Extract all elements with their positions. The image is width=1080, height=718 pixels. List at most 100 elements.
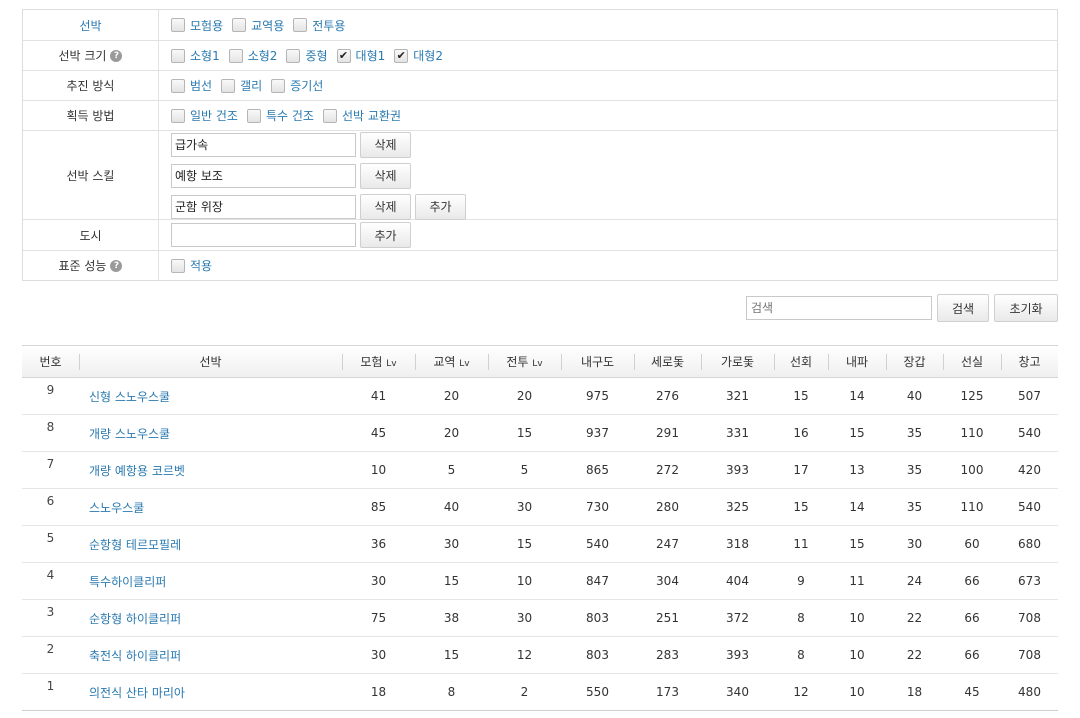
column-header-ship[interactable]: 선박 — [79, 345, 342, 378]
checkbox-box[interactable]: ✔ — [336, 48, 351, 63]
checkbox-adventure[interactable]: 모험용 — [171, 17, 223, 34]
column-header-trade-lv[interactable]: 교역 Lv — [415, 345, 488, 378]
filter-label-acquire: 획득 방법 — [23, 101, 159, 130]
ship-size-options: 소형1 소형2 중형 ✔ 대형1 ✔ 대형2 — [159, 41, 1057, 70]
cell-adventure-lv: 41 — [342, 377, 415, 415]
column-header-turn[interactable]: 선회 — [774, 345, 828, 378]
checkbox-galley[interactable]: 갤리 — [221, 77, 262, 94]
column-header-armor[interactable]: 장갑 — [886, 345, 943, 378]
cell-wave-resist: 10 — [828, 673, 886, 711]
column-header-horizontal-sail[interactable]: 가로돛 — [701, 345, 774, 378]
checkbox-box[interactable]: ✔ — [394, 48, 409, 63]
checkbox-large2[interactable]: ✔ 대형2 — [394, 47, 443, 64]
column-divider — [886, 354, 887, 370]
cell-armor: 22 — [886, 636, 943, 674]
checkbox-box[interactable] — [171, 18, 185, 32]
checkbox-box[interactable] — [246, 108, 261, 123]
cell-trade-lv: 8 — [415, 673, 488, 711]
column-header-vertical-sail[interactable]: 세로돛 — [634, 345, 701, 378]
ship-name-link[interactable]: 개량 예항용 코르벳 — [89, 464, 185, 478]
help-icon[interactable]: ? — [110, 49, 123, 62]
search-button[interactable]: 검색 — [937, 294, 989, 322]
cell-trade-lv: 38 — [415, 599, 488, 637]
city-input[interactable] — [171, 223, 356, 247]
column-header-wave-resist[interactable]: 내파 — [828, 345, 886, 378]
delete-skill-button[interactable]: 삭제 — [360, 131, 411, 158]
cell-trade-lv: 5 — [415, 451, 488, 489]
checkbox-small1[interactable]: 소형1 — [171, 47, 220, 64]
ship-name-link[interactable]: 스노우스쿨 — [89, 501, 144, 515]
help-icon[interactable]: ? — [110, 259, 123, 272]
filter-label-ship-type: 선박 — [23, 10, 159, 40]
checkbox-box[interactable] — [293, 18, 308, 32]
column-divider — [701, 354, 702, 370]
checkbox-apply-standard[interactable]: 적용 — [171, 257, 212, 274]
ship-type-options: 모험용 교역용 전투용 — [159, 10, 1057, 40]
column-header-storage[interactable]: 창고 — [1001, 345, 1058, 378]
ship-name-link[interactable]: 개량 스노우스쿨 — [89, 427, 170, 441]
cell-armor: 24 — [886, 562, 943, 600]
checkbox-box[interactable] — [271, 78, 286, 93]
column-header-battle-lv[interactable]: 전투 Lv — [488, 345, 561, 378]
column-divider — [561, 354, 562, 370]
checkbox-sail[interactable]: 범선 — [171, 77, 212, 94]
skill-input[interactable] — [171, 132, 356, 157]
delete-skill-button[interactable]: 삭제 — [360, 193, 411, 220]
checkbox-battle[interactable]: 전투용 — [293, 17, 345, 34]
checkbox-special-build[interactable]: 특수 건조 — [246, 107, 314, 124]
ship-name-link[interactable]: 순항형 하이클리퍼 — [89, 612, 181, 626]
ship-name-link[interactable]: 의전식 산타 마리아 — [89, 686, 185, 700]
add-city-button[interactable]: 추가 — [360, 222, 411, 248]
ship-name-link[interactable]: 축전식 하이클리퍼 — [89, 649, 181, 663]
column-header-cabin[interactable]: 선실 — [943, 345, 1001, 378]
reset-button[interactable]: 초기화 — [994, 294, 1058, 322]
cell-wave-resist: 15 — [828, 414, 886, 452]
checkbox-box[interactable] — [232, 18, 247, 32]
ship-name-link[interactable]: 순항형 테르모필레 — [89, 538, 181, 552]
cell-durability: 803 — [561, 636, 634, 674]
skill-input[interactable] — [171, 194, 356, 219]
checkbox-box[interactable] — [286, 48, 301, 63]
column-header-durability[interactable]: 내구도 — [561, 345, 634, 378]
cell-number: 4 — [22, 562, 79, 600]
cell-durability: 730 — [561, 488, 634, 526]
checkbox-normal-build[interactable]: 일반 건조 — [171, 107, 238, 124]
cell-vertical-sail: 272 — [634, 451, 701, 489]
checkbox-box[interactable] — [171, 78, 185, 93]
cell-storage: 507 — [1001, 377, 1058, 415]
column-header-no[interactable]: 번호 — [22, 345, 79, 378]
ship-name-link[interactable]: 신형 스노우스쿨 — [89, 390, 170, 404]
checkbox-box[interactable] — [171, 108, 185, 123]
add-skill-button[interactable]: 추가 — [415, 193, 466, 220]
checkbox-box[interactable] — [221, 78, 236, 93]
cell-armor: 40 — [886, 377, 943, 415]
cell-adventure-lv: 30 — [342, 562, 415, 600]
cell-cabin: 45 — [943, 673, 1001, 711]
column-divider — [828, 354, 829, 370]
ship-name-link[interactable]: 특수하이클리퍼 — [89, 575, 166, 589]
cell-vertical-sail: 283 — [634, 636, 701, 674]
skill-input[interactable] — [171, 163, 356, 188]
cell-turn: 17 — [774, 451, 828, 489]
checkbox-small2[interactable]: 소형2 — [228, 47, 277, 64]
header-label: 교역 — [433, 355, 456, 369]
header-label: 창고 — [1018, 355, 1041, 369]
cell-durability: 540 — [561, 525, 634, 563]
checkbox-large1[interactable]: ✔ 대형1 — [336, 47, 385, 64]
column-header-adventure-lv[interactable]: 모험 Lv — [342, 345, 415, 378]
filter-row-propulsion: 추진 방식 범선 갤리 증기선 — [23, 70, 1057, 100]
checkbox-box[interactable] — [171, 48, 185, 63]
filter-row-skills: 선박 스킬 삭제 삭제 삭제 추가 — [23, 130, 1057, 220]
checkbox-box[interactable] — [322, 108, 337, 123]
checkbox-trade[interactable]: 교역용 — [232, 17, 284, 34]
checkbox-steam[interactable]: 증기선 — [271, 77, 323, 94]
cell-durability: 937 — [561, 414, 634, 452]
checkbox-box[interactable] — [228, 48, 243, 63]
delete-skill-button[interactable]: 삭제 — [360, 162, 411, 189]
checkbox-box[interactable] — [171, 258, 185, 273]
cell-adventure-lv: 18 — [342, 673, 415, 711]
checkbox-ship-voucher[interactable]: 선박 교환권 — [322, 107, 401, 124]
checkbox-medium[interactable]: 중형 — [286, 47, 328, 64]
cell-horizontal-sail: 321 — [701, 377, 774, 415]
search-input[interactable] — [746, 296, 932, 320]
